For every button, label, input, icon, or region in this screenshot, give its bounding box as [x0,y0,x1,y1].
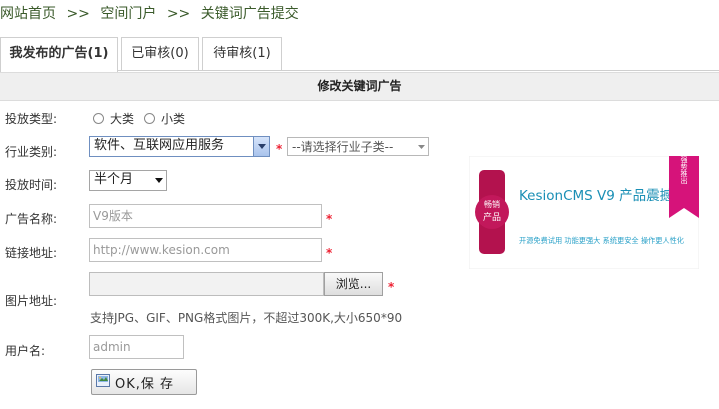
save-icon [96,373,110,391]
ad-type-label: 投放类型: [5,112,58,126]
breadcrumb-current: 关键词广告提交 [200,6,299,22]
tab-my-ads[interactable]: 我发布的广告(1) [0,37,118,72]
industry-subcategory-value: --请选择行业子类-- [292,140,394,154]
save-button[interactable]: OK,保 存 [91,369,197,395]
duration-label: 投放时间: [5,178,58,192]
image-format-hint: 支持JPG、GIF、PNG格式图片，不超过300K,大小650*90 [90,311,403,325]
chevron-down-icon[interactable] [253,137,269,156]
ad-type-option-major-label: 大类 [110,112,135,126]
image-label: 图片地址: [5,294,58,308]
breadcrumb-home-link[interactable]: 网站首页 [0,6,56,22]
banner-subline: 开源免费试用 功能更强大 系统更安全 操作更人性化 [519,236,684,245]
industry-select[interactable]: 软件、互联网应用服务 [89,136,270,157]
image-path-input[interactable] [89,272,324,296]
industry-label: 行业类别: [5,145,58,159]
tab-approved[interactable]: 已审核(0) [121,37,199,70]
username-input[interactable]: admin [89,335,184,359]
required-mark: * [276,142,283,156]
breadcrumb-separator: >> [66,6,90,22]
chevron-down-icon [155,171,163,190]
section-title: 修改关键词广告 [0,72,719,101]
required-mark: * [326,212,333,226]
industry-subcategory-select[interactable]: --请选择行业子类-- [287,137,429,156]
link-label: 链接地址: [5,246,58,260]
tab-pending[interactable]: 待审核(1) [202,37,282,70]
required-mark: * [326,246,333,260]
breadcrumb-portal-link[interactable]: 空间门户 [100,6,156,22]
breadcrumb: 网站首页 >> 空间门户 >> 关键词广告提交 [0,3,305,23]
required-mark: * [388,280,395,294]
duration-select[interactable]: 半个月 [89,170,167,191]
banner-badge-top-text: 畅销 [484,199,500,209]
duration-select-value: 半个月 [94,172,134,187]
tab-bar: 我发布的广告(1) 已审核(0) 待审核(1) [0,37,719,72]
ad-name-input[interactable]: V9版本 [89,204,322,228]
promo-banner[interactable]: 畅销 产品 KesionCMS V9 产品震撼发布！ 开源免费试用 功能更强大 … [469,156,699,269]
chevron-down-icon [418,138,425,155]
breadcrumb-separator: >> [166,6,191,22]
ad-type-radio-group: 大类 小类 [93,110,195,127]
industry-select-value: 软件、互联网应用服务 [94,138,225,153]
link-input[interactable]: http://www.kesion.com [89,238,322,262]
save-button-label: OK,保 存 [115,376,175,392]
ad-type-radio-major[interactable] [93,113,104,124]
username-label: 用户名: [5,344,46,358]
banner-ribbon-text: 强势推出 [680,156,688,185]
ad-type-option-minor-label: 小类 [161,112,186,126]
banner-badge-bottom-text: 产品 [483,211,501,223]
ad-name-label: 广告名称: [5,212,58,226]
ad-type-radio-minor[interactable] [144,113,156,124]
browse-button[interactable]: 浏览... [324,272,383,296]
